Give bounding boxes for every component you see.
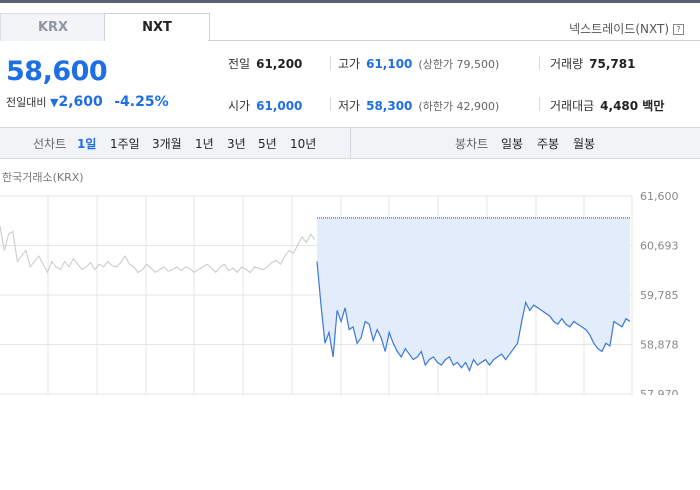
candle-daily[interactable]: 일봉 bbox=[501, 135, 523, 152]
high-value: 61,100 bbox=[366, 57, 413, 71]
stat-low: 저가 58,300 (하한가 42,900) bbox=[338, 97, 499, 114]
tab-underline bbox=[208, 40, 700, 41]
lower-limit: (하한가 42,900) bbox=[418, 100, 500, 113]
upper-limit: (상한가 79,500) bbox=[418, 58, 500, 71]
prev-close-label: 전일 bbox=[228, 57, 251, 71]
stats-divider bbox=[539, 97, 540, 111]
tab-nxt[interactable]: NXT bbox=[104, 13, 210, 41]
stat-amount: 거래대금 4,480 백만 bbox=[550, 97, 664, 114]
period-3y[interactable]: 3년 bbox=[227, 135, 246, 152]
period-3m[interactable]: 3개월 bbox=[152, 135, 182, 152]
open-label: 시가 bbox=[228, 99, 251, 113]
top-border bbox=[0, 0, 700, 3]
change-amount: 2,600 bbox=[58, 94, 103, 110]
period-10y[interactable]: 10년 bbox=[290, 135, 316, 152]
stat-high: 고가 61,100 (상한가 79,500) bbox=[338, 55, 499, 72]
line-chart-label: 선차트 bbox=[33, 137, 67, 151]
y-tick-label: 57,970 bbox=[640, 388, 679, 395]
volume-label: 거래량 bbox=[550, 57, 584, 71]
market-tabs: KRX NXT bbox=[0, 13, 210, 41]
candle-weekly[interactable]: 주봉 bbox=[537, 135, 559, 152]
nxt-link-label: 넥스트레이드(NXT) bbox=[569, 22, 669, 36]
candle-monthly[interactable]: 월봉 bbox=[573, 135, 595, 152]
y-tick-label: 58,878 bbox=[640, 339, 679, 352]
price-stats: 전일 61,200 고가 61,100 (상한가 79,500) 거래량 75,781 … bbox=[228, 52, 700, 122]
help-icon[interactable]: ? bbox=[673, 24, 684, 35]
y-tick-label: 61,600 bbox=[640, 190, 679, 203]
chart-period-bar: 선차트 1일 1주일 3개월 1년 3년 5년 10년 봉차트 일봉 주봉 월봉 bbox=[0, 127, 700, 159]
stats-divider bbox=[330, 56, 331, 70]
high-label: 고가 bbox=[338, 57, 361, 71]
period-1w[interactable]: 1주일 bbox=[110, 135, 140, 152]
chart-title: 한국거래소(KRX) bbox=[2, 171, 84, 184]
current-price: 58,600 bbox=[6, 56, 108, 87]
price-change: 전일대비 ▼2,600 -4.25% bbox=[6, 94, 169, 110]
stats-divider bbox=[539, 56, 540, 70]
stats-divider bbox=[330, 97, 331, 111]
change-percent: -4.25% bbox=[114, 94, 169, 110]
nxt-info-link[interactable]: 넥스트레이드(NXT)? bbox=[569, 20, 684, 37]
period-1d[interactable]: 1일 bbox=[77, 135, 96, 152]
price-chart: 61,600 60,693 59,785 58,878 57,970 bbox=[0, 190, 679, 395]
tab-krx[interactable]: KRX bbox=[0, 13, 106, 41]
low-value: 58,300 bbox=[366, 99, 413, 113]
y-axis-labels: 61,600 60,693 59,785 58,878 57,970 bbox=[640, 190, 679, 395]
period-1y[interactable]: 1년 bbox=[195, 135, 214, 152]
change-label: 전일대비 bbox=[6, 96, 47, 109]
amount-value: 4,480 백만 bbox=[600, 99, 665, 113]
stat-prev-close: 전일 61,200 bbox=[228, 55, 302, 72]
series-krx-line bbox=[0, 225, 316, 274]
period-divider bbox=[350, 128, 351, 158]
amount-label: 거래대금 bbox=[550, 99, 595, 113]
candle-chart-label: 봉차트 bbox=[455, 137, 489, 151]
price-area-fill bbox=[317, 217, 630, 371]
period-5y[interactable]: 5년 bbox=[258, 135, 277, 152]
y-tick-label: 60,693 bbox=[640, 240, 679, 253]
low-label: 저가 bbox=[338, 99, 361, 113]
stat-volume: 거래량 75,781 bbox=[550, 55, 635, 72]
open-value: 61,000 bbox=[256, 99, 303, 113]
volume-value: 75,781 bbox=[589, 57, 636, 71]
stat-open: 시가 61,000 bbox=[228, 97, 302, 114]
y-tick-label: 59,785 bbox=[640, 289, 679, 302]
prev-close-value: 61,200 bbox=[256, 57, 303, 71]
